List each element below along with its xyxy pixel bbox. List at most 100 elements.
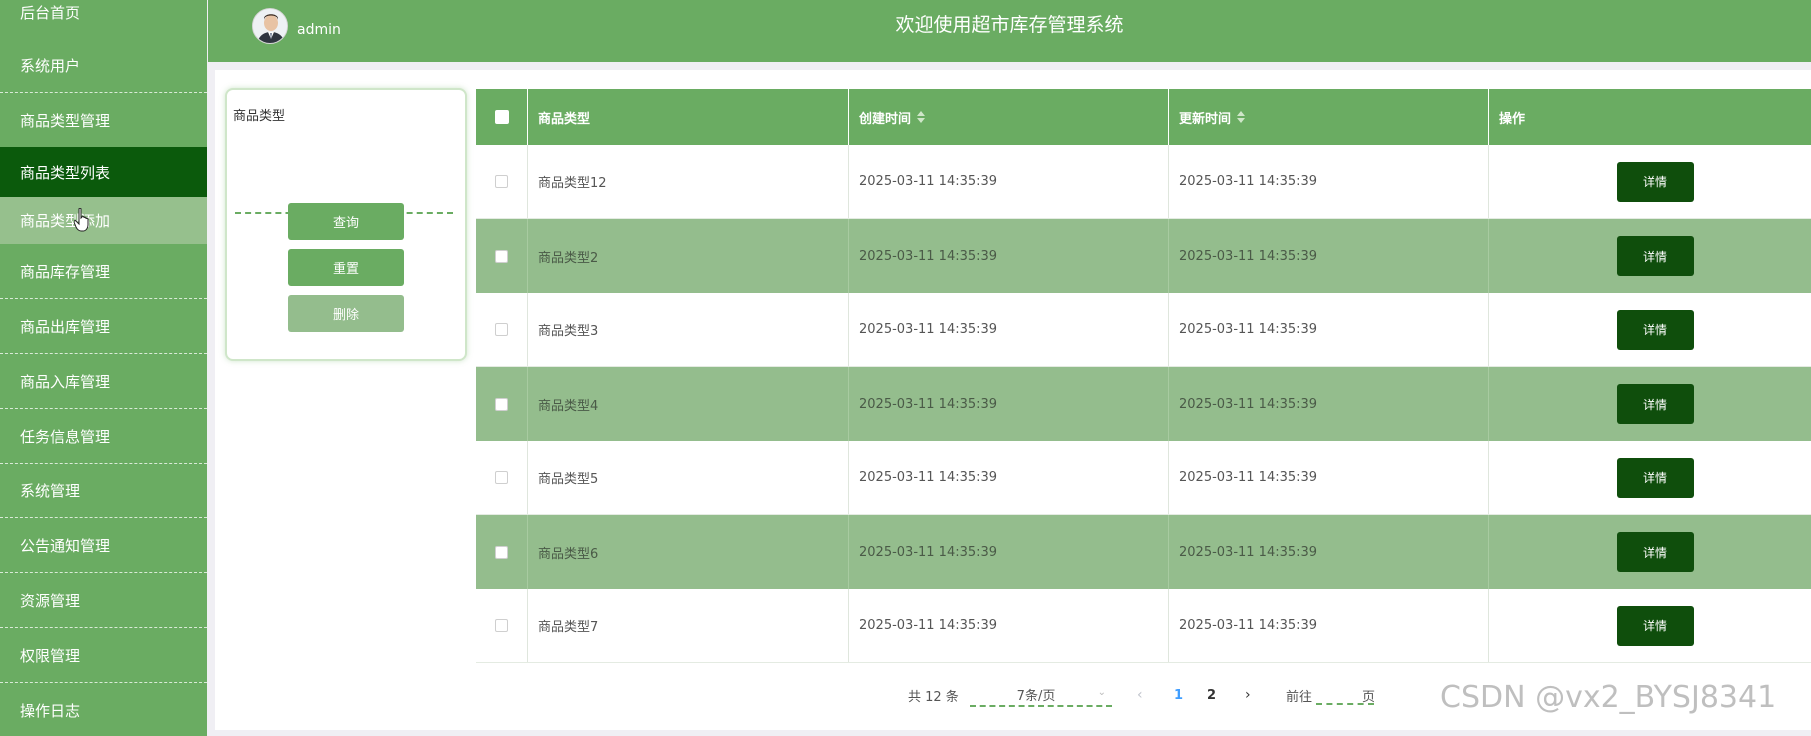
sidebar-item-label: 资源管理 [20,591,81,610]
sort-caret-icon[interactable] [1237,111,1246,123]
row-checkbox[interactable] [495,471,508,484]
sidebar-item-label: 系统管理 [20,481,81,500]
page-size-value: 7条/页 [1016,688,1056,704]
chevron-down-icon: ⌄ [1097,687,1106,698]
hand-pointer-icon [74,208,89,232]
column-header-action: 操作 [1489,89,1811,145]
sort-caret-icon[interactable] [917,111,926,123]
sidebar-item-notice-mgmt[interactable]: 公告通知管理 [0,518,207,573]
row-checkbox[interactable] [495,249,508,263]
sidebar-item-product-type-list[interactable]: 商品类型列表 [0,147,207,197]
cell-created: 2025-03-11 14:35:39 [849,145,1169,218]
sidebar-item-label: 商品类型管理 [20,111,111,130]
delete-button[interactable]: 删除 [288,295,404,332]
sidebar-item-operation-log[interactable]: 操作日志 [0,683,207,736]
select-all-cell [476,89,528,145]
detail-button[interactable]: 详情 [1616,236,1694,276]
page-number-2[interactable]: 2 [1207,683,1216,707]
row-checkbox[interactable] [495,619,508,632]
row-checkbox[interactable] [495,175,508,188]
column-header-created[interactable]: 创建时间 [849,89,1169,145]
sidebar-item-label: 商品出库管理 [20,317,111,336]
table-row: 商品类型7 2025-03-11 14:35:39 2025-03-11 14:… [476,589,1811,663]
cell-type: 商品类型6 [528,515,849,589]
cell-created: 2025-03-11 14:35:39 [849,515,1169,589]
cell-type: 商品类型4 [528,367,849,441]
cell-created: 2025-03-11 14:35:39 [849,367,1169,441]
row-checkbox[interactable] [495,545,508,559]
table-row: 商品类型6 2025-03-11 14:35:39 2025-03-11 14:… [476,515,1811,589]
sidebar-item-label: 系统用户 [20,56,81,75]
page-number-1[interactable]: 1 [1174,683,1183,707]
table-row: 商品类型12 2025-03-11 14:35:39 2025-03-11 14… [476,145,1811,219]
sidebar-item-label: 商品类型添加 [20,212,111,230]
sidebar-item-system-users[interactable]: 系统用户 [0,38,207,93]
row-checkbox[interactable] [495,323,508,336]
cell-created: 2025-03-11 14:35:39 [849,293,1169,366]
sidebar-item-system-mgmt[interactable]: 系统管理 [0,463,207,518]
sidebar-item-label: 任务信息管理 [20,427,111,446]
cell-updated: 2025-03-11 14:35:39 [1169,589,1489,662]
table-row: 商品类型5 2025-03-11 14:35:39 2025-03-11 14:… [476,441,1811,515]
detail-button[interactable]: 详情 [1616,384,1694,424]
top-header: admin 欢迎使用超市库存管理系统 [208,0,1811,62]
table-header-row: 商品类型 创建时间 更新时间 操作 [476,89,1811,145]
sidebar-item-product-type-mgmt[interactable]: 商品类型管理 [0,93,207,148]
header-label: 操作 [1499,111,1526,127]
cell-updated: 2025-03-11 14:35:39 [1169,515,1489,589]
sidebar-item-inbound-mgmt[interactable]: 商品入库管理 [0,354,207,409]
sidebar-item-home[interactable]: 后台首页 [0,0,207,40]
chevron-left-icon[interactable]: ‹ [1137,683,1143,707]
cell-type: 商品类型5 [528,441,849,514]
sidebar-item-label: 公告通知管理 [20,536,111,555]
sidebar: 后台首页 系统用户 商品类型管理 商品类型列表 商品类型添加 商品库存管理 商品… [0,0,207,736]
cell-type: 商品类型7 [528,589,849,662]
chevron-right-icon[interactable]: › [1245,683,1251,707]
detail-button[interactable]: 详情 [1616,457,1694,498]
cell-created: 2025-03-11 14:35:39 [849,441,1169,514]
search-panel: 商品类型 查询 重置 删除 [225,88,467,361]
sidebar-item-label: 后台首页 [20,4,81,22]
table-row: 商品类型3 2025-03-11 14:35:39 2025-03-11 14:… [476,293,1811,367]
sidebar-item-label: 商品类型列表 [20,163,111,182]
sidebar-item-label: 商品入库管理 [20,372,111,391]
query-button[interactable]: 查询 [288,203,404,240]
detail-button[interactable]: 详情 [1616,532,1694,572]
sidebar-item-resource-mgmt[interactable]: 资源管理 [0,573,207,628]
sidebar-item-inventory-mgmt[interactable]: 商品库存管理 [0,244,207,299]
cell-created: 2025-03-11 14:35:39 [849,219,1169,293]
detail-button[interactable]: 详情 [1616,161,1694,202]
column-header-updated[interactable]: 更新时间 [1169,89,1489,145]
detail-button[interactable]: 详情 [1616,309,1694,350]
table-row: 商品类型4 2025-03-11 14:35:39 2025-03-11 14:… [476,367,1811,441]
table-row: 商品类型2 2025-03-11 14:35:39 2025-03-11 14:… [476,219,1811,293]
cell-updated: 2025-03-11 14:35:39 [1169,145,1489,218]
pagination-total: 共 12 条 [908,689,959,705]
detail-button[interactable]: 详情 [1616,605,1694,646]
sidebar-item-outbound-mgmt[interactable]: 商品出库管理 [0,299,207,354]
cell-updated: 2025-03-11 14:35:39 [1169,367,1489,441]
cell-updated: 2025-03-11 14:35:39 [1169,441,1489,514]
sidebar-item-label: 商品库存管理 [20,262,111,281]
sidebar-item-label: 操作日志 [20,702,81,720]
goto-label: 前往 [1286,689,1313,705]
row-checkbox[interactable] [495,397,508,411]
cell-type: 商品类型3 [528,293,849,366]
cell-updated: 2025-03-11 14:35:39 [1169,219,1489,293]
cell-created: 2025-03-11 14:35:39 [849,589,1169,662]
sidebar-item-permission-mgmt[interactable]: 权限管理 [0,628,207,683]
page-size-select[interactable]: 7条/页 ⌄ [970,683,1112,707]
reset-button[interactable]: 重置 [288,249,404,286]
watermark: CSDN @vx2_BYSJ8341 [1440,680,1777,715]
sidebar-item-product-type-add[interactable]: 商品类型添加 [0,197,207,244]
header-label: 商品类型 [538,111,591,127]
cell-updated: 2025-03-11 14:35:39 [1169,293,1489,366]
column-header-type: 商品类型 [528,89,849,145]
sidebar-item-label: 权限管理 [20,646,81,665]
cell-type: 商品类型12 [528,145,849,218]
header-label: 创建时间 [859,111,912,127]
select-all-checkbox[interactable] [494,110,509,124]
goto-unit: 页 [1362,689,1376,705]
header-label: 更新时间 [1179,111,1232,127]
sidebar-item-task-mgmt[interactable]: 任务信息管理 [0,409,207,464]
